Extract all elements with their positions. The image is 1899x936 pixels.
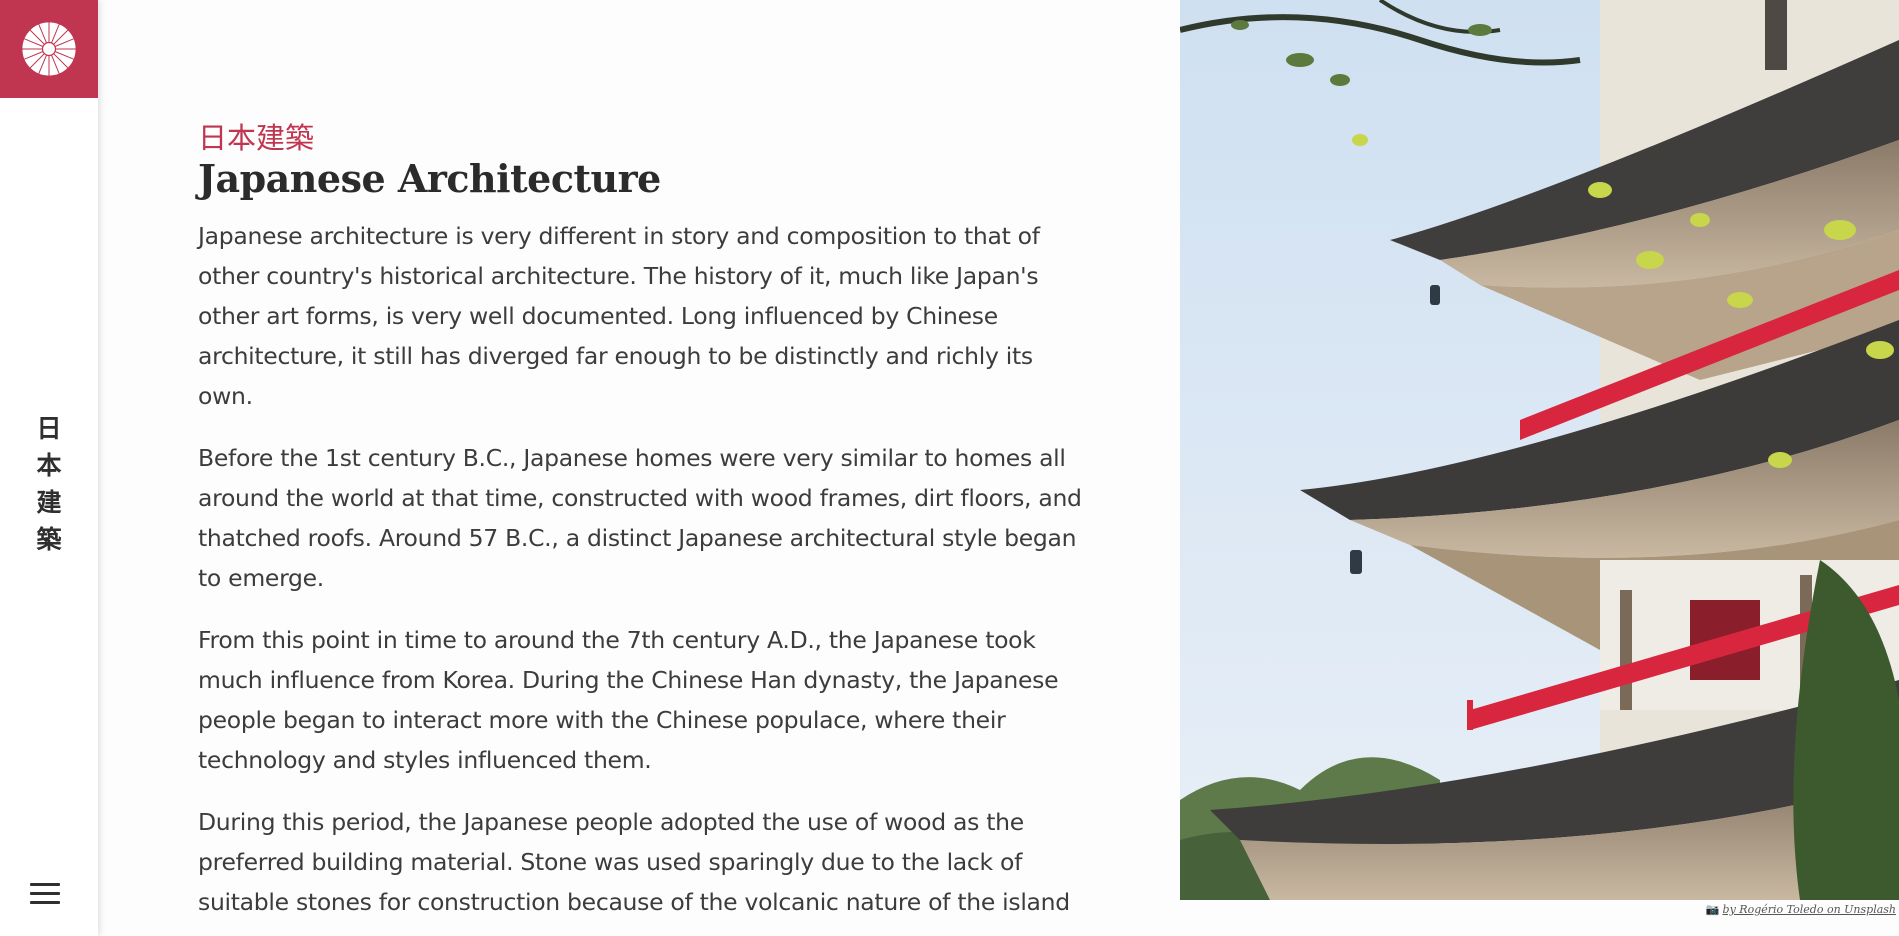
article-paragraph: From this point in time to around the 7t… bbox=[198, 626, 1059, 774]
article: 日本建築 Japanese Architecture Japanese arch… bbox=[198, 120, 1088, 936]
page-title: Japanese Architecture bbox=[198, 156, 661, 201]
photo-credit[interactable]: 📷 by Rogério Toledo on Unsplash bbox=[1706, 903, 1896, 916]
vertical-char: 築 bbox=[36, 525, 62, 554]
sidebar: 日 本 建 築 bbox=[0, 0, 98, 936]
photo-credit-link[interactable]: by Rogério Toledo on Unsplash bbox=[1723, 903, 1896, 916]
hamburger-menu-icon[interactable] bbox=[30, 878, 60, 908]
article-paragraph: Before the 1st century B.C., Japanese ho… bbox=[198, 444, 1082, 592]
chrysanthemum-icon bbox=[21, 21, 77, 77]
pagoda-photo bbox=[1180, 0, 1899, 900]
article-paragraph: During this period, the Japanese people … bbox=[198, 808, 1070, 916]
vertical-title: 日 本 建 築 bbox=[0, 410, 98, 558]
logo[interactable] bbox=[0, 0, 98, 98]
camera-icon: 📷 bbox=[1705, 903, 1720, 916]
vertical-char: 日 bbox=[36, 414, 62, 443]
vertical-char: 建 bbox=[36, 488, 62, 517]
pagoda-illustration bbox=[1180, 0, 1899, 900]
article-paragraph: Japanese architecture is very different … bbox=[198, 222, 1040, 410]
vertical-char: 本 bbox=[36, 451, 62, 480]
kanji-title: 日本建築 bbox=[198, 121, 315, 155]
